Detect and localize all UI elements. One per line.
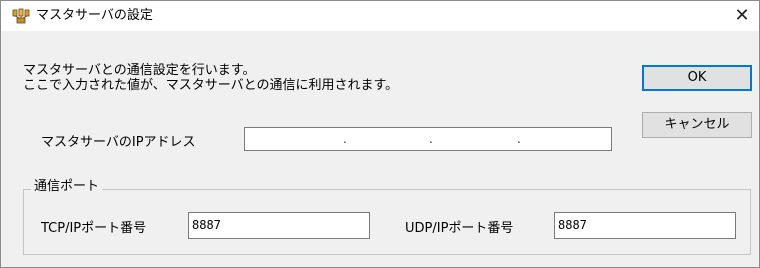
close-button[interactable]: ✕: [725, 1, 759, 31]
ip-address-field[interactable]: . . .: [244, 127, 612, 151]
ip-separator-3: .: [517, 132, 521, 146]
ip-address-label: マスタサーバのIPアドレス: [41, 135, 196, 150]
cancel-button[interactable]: キャンセル: [642, 112, 752, 138]
udp-port-input[interactable]: 8887: [554, 212, 736, 239]
ip-separator-1: .: [343, 132, 347, 146]
description-line-1: マスタサーバとの通信設定を行います。: [23, 63, 256, 78]
ip-separator-2: .: [429, 132, 433, 146]
udp-port-label: UDP/IPポート番号: [405, 221, 514, 236]
title-bar: マスタサーバの設定 ✕: [1, 1, 759, 31]
dialog-window: マスタサーバの設定 ✕ マスタサーバとの通信設定を行います。 ここで入力された値…: [0, 0, 760, 268]
comm-port-group-title: 通信ポート: [31, 179, 103, 195]
network-computers-icon: [12, 8, 30, 24]
tcp-port-input[interactable]: 8887: [188, 212, 370, 239]
window-title: マスタサーバの設定: [36, 8, 153, 23]
description-line-2: ここで入力された値が、マスタサーバとの通信に利用されます。: [23, 78, 399, 93]
close-icon: ✕: [734, 5, 750, 26]
ok-button[interactable]: OK: [642, 65, 752, 91]
tcp-port-label: TCP/IPポート番号: [41, 221, 147, 236]
